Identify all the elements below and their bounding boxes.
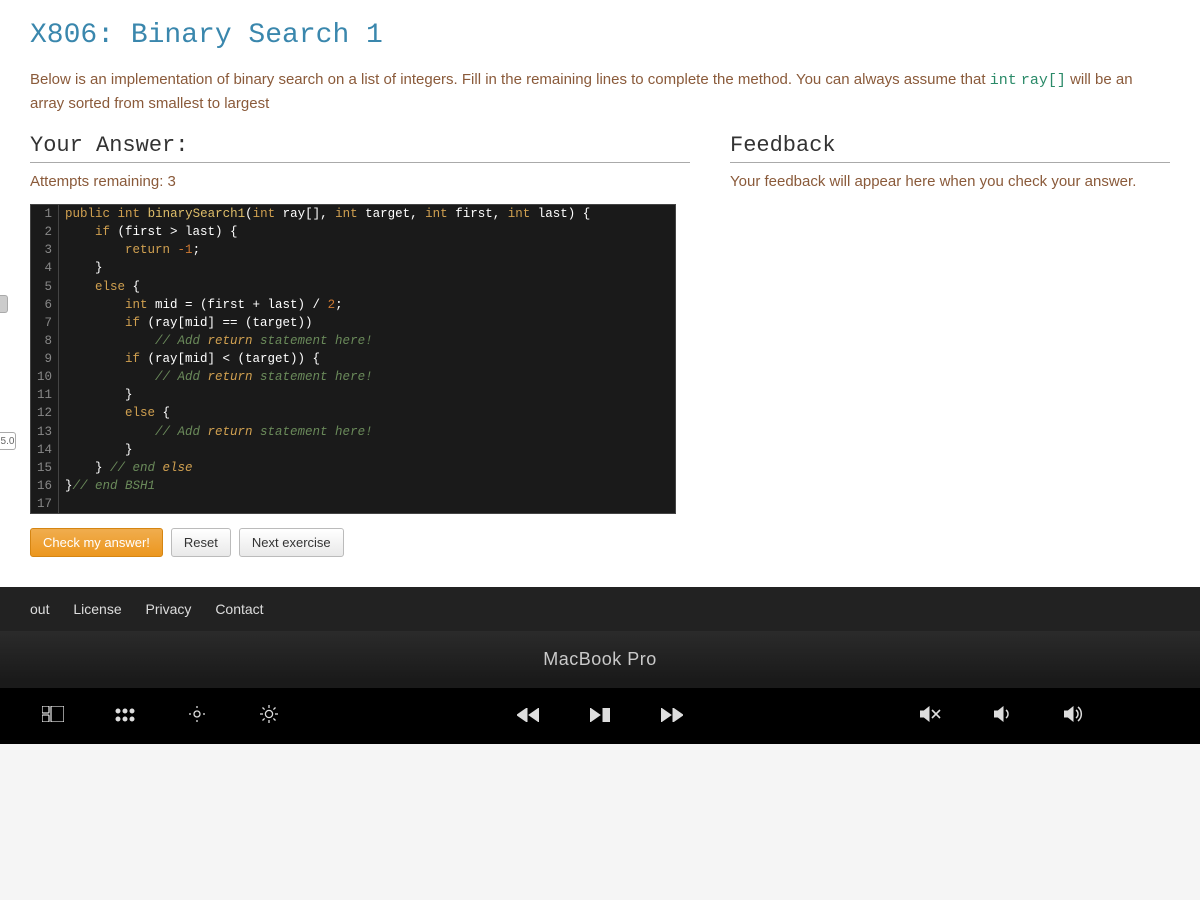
prompt-code-ray: ray[] bbox=[1021, 72, 1066, 89]
volume-down-icon[interactable] bbox=[990, 706, 1016, 727]
code-text[interactable]: }// end BSH1 bbox=[59, 477, 155, 495]
code-text[interactable]: else { bbox=[59, 404, 170, 422]
sidebar-nub[interactable] bbox=[0, 295, 8, 313]
code-line[interactable]: 9 if (ray[mid] < (target)) { bbox=[31, 350, 675, 368]
code-line[interactable]: 6 int mid = (first + last) / 2; bbox=[31, 296, 675, 314]
exercise-title: X806: Binary Search 1 bbox=[30, 20, 1170, 51]
code-line[interactable]: 15 } // end else bbox=[31, 459, 675, 477]
code-line[interactable]: 4 } bbox=[31, 259, 675, 277]
code-editor[interactable]: 1public int binarySearch1(int ray[], int… bbox=[30, 204, 676, 514]
code-line[interactable]: 10 // Add return statement here! bbox=[31, 368, 675, 386]
code-text[interactable]: if (first > last) { bbox=[59, 223, 238, 241]
code-text[interactable]: if (ray[mid] == (target)) bbox=[59, 314, 313, 332]
code-line[interactable]: 11 } bbox=[31, 386, 675, 404]
code-text[interactable]: } // end else bbox=[59, 459, 193, 477]
check-answer-button[interactable]: Check my answer! bbox=[30, 528, 163, 557]
code-text[interactable]: return -1; bbox=[59, 241, 200, 259]
code-line[interactable]: 14 } bbox=[31, 441, 675, 459]
app-switcher-icon[interactable] bbox=[40, 706, 66, 727]
code-line[interactable]: 1public int binarySearch1(int ray[], int… bbox=[31, 205, 675, 223]
line-number: 3 bbox=[31, 241, 59, 259]
code-line[interactable]: 13 // Add return statement here! bbox=[31, 423, 675, 441]
footer-license-link[interactable]: License bbox=[73, 601, 121, 617]
line-number: 9 bbox=[31, 350, 59, 368]
line-number: 5 bbox=[31, 278, 59, 296]
footer-contact-link[interactable]: Contact bbox=[215, 601, 263, 617]
touch-bar bbox=[0, 680, 1200, 744]
code-text[interactable]: public int binarySearch1(int ray[], int … bbox=[59, 205, 590, 223]
code-line[interactable]: 12 else { bbox=[31, 404, 675, 422]
footer-about-link[interactable]: out bbox=[30, 601, 49, 617]
line-number: 13 bbox=[31, 423, 59, 441]
laptop-bezel-label: MacBook Pro bbox=[0, 631, 1200, 680]
code-line[interactable]: 3 return -1; bbox=[31, 241, 675, 259]
code-text[interactable]: // Add return statement here! bbox=[59, 332, 373, 350]
fast-forward-icon[interactable] bbox=[659, 706, 685, 727]
line-number: 7 bbox=[31, 314, 59, 332]
volume-up-icon[interactable] bbox=[1062, 706, 1088, 727]
line-number: 2 bbox=[31, 223, 59, 241]
footer-privacy-link[interactable]: Privacy bbox=[146, 601, 192, 617]
reset-button[interactable]: Reset bbox=[171, 528, 231, 557]
line-number: 14 bbox=[31, 441, 59, 459]
code-line[interactable]: 17 bbox=[31, 495, 675, 513]
line-number: 16 bbox=[31, 477, 59, 495]
next-exercise-button[interactable]: Next exercise bbox=[239, 528, 344, 557]
mute-icon[interactable] bbox=[918, 706, 944, 727]
feedback-heading: Feedback bbox=[730, 133, 1170, 163]
answer-heading: Your Answer: bbox=[30, 133, 690, 163]
line-number: 4 bbox=[31, 259, 59, 277]
brightness-down-icon[interactable] bbox=[184, 705, 210, 728]
line-number: 6 bbox=[31, 296, 59, 314]
line-number: 8 bbox=[31, 332, 59, 350]
code-text[interactable]: else { bbox=[59, 278, 140, 296]
code-text[interactable]: } bbox=[59, 386, 133, 404]
line-number: 11 bbox=[31, 386, 59, 404]
code-text[interactable]: if (ray[mid] < (target)) { bbox=[59, 350, 320, 368]
code-line[interactable]: 5 else { bbox=[31, 278, 675, 296]
rewind-icon[interactable] bbox=[515, 706, 541, 727]
code-line[interactable]: 2 if (first > last) { bbox=[31, 223, 675, 241]
play-pause-icon[interactable] bbox=[587, 706, 613, 727]
code-text[interactable]: // Add return statement here! bbox=[59, 368, 373, 386]
line-number: 1 bbox=[31, 205, 59, 223]
line-number: 10 bbox=[31, 368, 59, 386]
code-text[interactable]: int mid = (first + last) / 2; bbox=[59, 296, 343, 314]
code-text[interactable] bbox=[59, 495, 65, 513]
line-number: 15 bbox=[31, 459, 59, 477]
code-line[interactable]: 16}// end BSH1 bbox=[31, 477, 675, 495]
launchpad-icon[interactable] bbox=[112, 706, 138, 727]
line-number: 17 bbox=[31, 495, 59, 513]
feedback-message: Your feedback will appear here when you … bbox=[730, 173, 1170, 190]
exercise-prompt: Below is an implementation of binary sea… bbox=[30, 69, 1170, 115]
attempts-remaining: Attempts remaining: 3 bbox=[30, 173, 690, 190]
line-number: 12 bbox=[31, 404, 59, 422]
prompt-code-int: int bbox=[990, 72, 1017, 89]
code-line[interactable]: 7 if (ray[mid] == (target)) bbox=[31, 314, 675, 332]
page-footer: out License Privacy Contact bbox=[0, 587, 1200, 631]
code-text[interactable]: // Add return statement here! bbox=[59, 423, 373, 441]
code-text[interactable]: } bbox=[59, 441, 133, 459]
brightness-up-icon[interactable] bbox=[256, 704, 282, 729]
code-line[interactable]: 8 // Add return statement here! bbox=[31, 332, 675, 350]
version-badge: 5.0 bbox=[0, 432, 16, 450]
code-text[interactable]: } bbox=[59, 259, 103, 277]
prompt-text-1: Below is an implementation of binary sea… bbox=[30, 71, 990, 88]
